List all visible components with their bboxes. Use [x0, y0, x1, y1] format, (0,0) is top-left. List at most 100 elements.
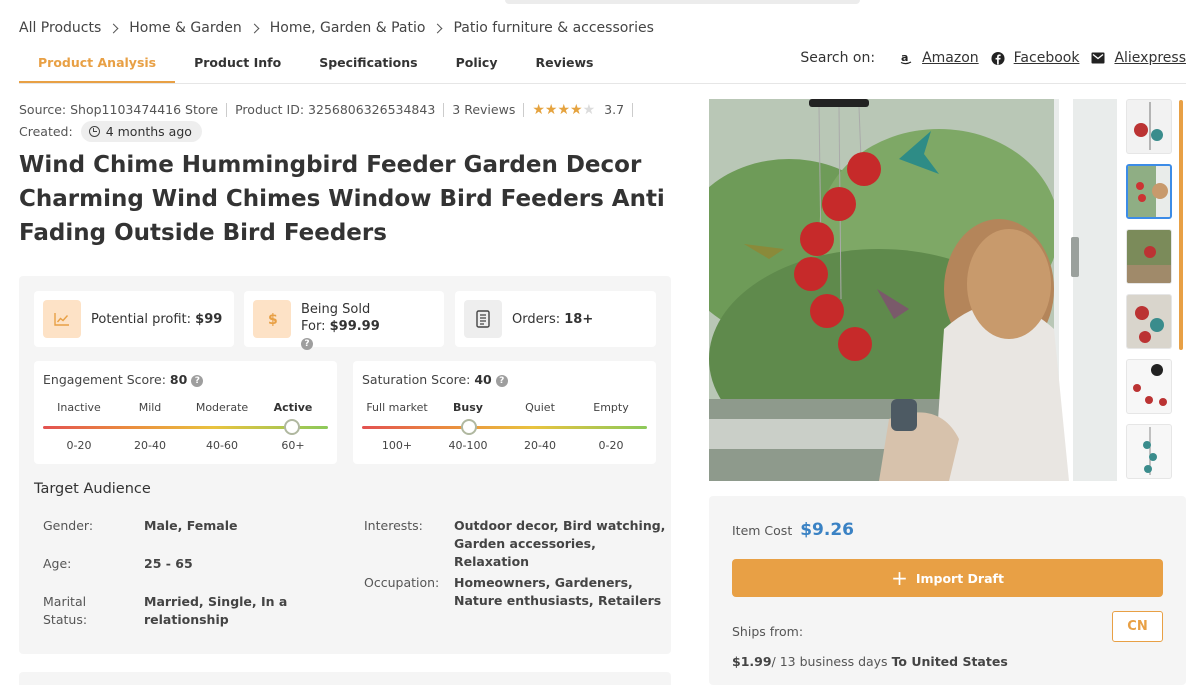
product-title: Wind Chime Hummingbird Feeder Garden Dec…: [19, 152, 665, 246]
profit-value: $99: [195, 311, 223, 327]
chevron-right-icon: [249, 23, 260, 33]
analysis-panel: Potential profit: $99 $ Being Sold For: …: [19, 276, 671, 654]
profit-card: Potential profit: $99: [34, 291, 234, 347]
trend-chart-icon: [43, 300, 81, 338]
item-cost-value: $9.26: [800, 520, 854, 540]
thumbnail[interactable]: [1126, 359, 1172, 414]
breadcrumb-item[interactable]: All Products: [19, 20, 101, 36]
saturation-level-label: Full market: [366, 401, 428, 414]
engagement-range-label: 60+: [281, 439, 305, 452]
thumbnail-scrollbar[interactable]: [1179, 100, 1183, 350]
star-icon: ★: [544, 101, 558, 118]
shipping-days: / 13 business days: [771, 654, 888, 669]
marital-value: Married, Single, In a: [144, 594, 288, 609]
engagement-range-label: 20-40: [134, 439, 166, 452]
amazon-icon: a: [899, 51, 913, 65]
saturation-score-title: Saturation Score: 40 ?: [362, 372, 508, 387]
thumbnail[interactable]: [1126, 99, 1172, 154]
engagement-level-label: Moderate: [195, 401, 249, 414]
import-draft-label: Import Draft: [915, 570, 1004, 586]
sold-value: $99.99: [329, 319, 380, 334]
divider: [443, 102, 445, 117]
tab-reviews[interactable]: Reviews: [517, 44, 613, 84]
search-aliexpress-link[interactable]: Aliexpress: [1091, 50, 1186, 66]
svg-text:a: a: [901, 51, 908, 64]
divider: [523, 102, 525, 117]
shipping-destination: To United States: [891, 654, 1008, 669]
saturation-range-label: 0-20: [598, 439, 624, 452]
import-draft-button[interactable]: + Import Draft: [732, 559, 1163, 597]
sold-for-text: Being Sold For: $99.99 ?: [301, 301, 444, 352]
thumbnail[interactable]: [1126, 424, 1172, 479]
engagement-range-label: 40-60: [206, 439, 238, 452]
rating-value: 3.7: [604, 102, 625, 117]
product-meta: Source: Shop1103474416 Store Product ID:…: [19, 102, 641, 117]
product-id: Product ID: 3256806326534843: [235, 102, 436, 117]
orders-card: Orders: 18+: [455, 291, 656, 347]
star-icon: ★: [570, 101, 583, 118]
saturation-scale-bar: [362, 426, 647, 429]
review-count[interactable]: 3 Reviews: [452, 102, 515, 117]
top-search-strip: [505, 0, 860, 4]
marital-value: relationship: [144, 612, 229, 627]
tab-specifications[interactable]: Specifications: [300, 44, 436, 84]
saturation-range-label: 100+: [381, 439, 413, 452]
sold-for-card: $ Being Sold For: $99.99 ?: [244, 291, 444, 350]
star-icon: ★: [582, 101, 596, 118]
occupation-label: Occupation:: [364, 575, 440, 590]
help-icon[interactable]: ?: [301, 337, 313, 350]
help-icon[interactable]: ?: [495, 374, 508, 387]
marital-label: Marital: [43, 594, 87, 609]
search-facebook-link[interactable]: Facebook: [991, 50, 1079, 66]
saturation-score-card: Saturation Score: 40 ? Full market Busy …: [353, 361, 656, 464]
help-icon[interactable]: ?: [191, 374, 204, 387]
engagement-score-title: Engagement Score: 80 ?: [43, 372, 204, 387]
thumbnail-selected[interactable]: [1126, 164, 1172, 219]
breadcrumb-item[interactable]: Patio furniture & accessories: [453, 20, 653, 36]
ships-from-country-button[interactable]: CN: [1112, 611, 1163, 642]
search-amazon-link[interactable]: a Amazon: [899, 50, 979, 66]
engagement-level-label: Inactive: [57, 401, 101, 414]
source-store[interactable]: Source: Shop1103474416 Store: [19, 102, 218, 117]
tab-product-info[interactable]: Product Info: [175, 44, 300, 84]
breadcrumb-item[interactable]: Home, Garden & Patio: [270, 20, 426, 36]
age-label: Age:: [43, 556, 72, 571]
orders-value: 18+: [564, 311, 594, 327]
dollar-icon: $: [253, 300, 291, 338]
breadcrumb-item[interactable]: Home & Garden: [129, 20, 241, 36]
divider: [632, 102, 634, 117]
shipping-info: $1.99/ 13 business days To United States: [732, 654, 1008, 669]
gender-value: Male, Female: [144, 518, 238, 533]
star-rating: ★ ★ ★ ★ ★: [532, 103, 595, 117]
chevron-right-icon: [108, 23, 119, 33]
tab-product-analysis[interactable]: Product Analysis: [19, 44, 176, 84]
gender-label: Gender:: [43, 518, 94, 533]
clock-icon: [88, 126, 100, 137]
facebook-icon: [991, 51, 1005, 65]
breadcrumb: All Products Home & Garden Home, Garden …: [19, 18, 654, 38]
star-icon: ★: [532, 101, 545, 118]
product-main-image[interactable]: [709, 99, 1117, 481]
divider: [226, 102, 228, 117]
occupation-value: Nature enthusiasts, Retailers: [454, 593, 662, 608]
occupation-value: Homeowners, Gardeners,: [454, 575, 633, 590]
search-on-bar: Search on: a Amazon Facebook Aliexpress: [800, 50, 1186, 66]
created-chip: 4 months ago: [80, 121, 202, 142]
interests-value: Garden accessories, Relaxation: [454, 536, 596, 569]
document-icon: [464, 300, 502, 338]
saturation-range-label: 40-100: [448, 439, 488, 452]
thumbnail[interactable]: [1126, 294, 1172, 349]
saturation-level-label: Quiet: [525, 401, 555, 414]
created-row: Created: 4 months ago: [19, 121, 202, 142]
saturation-level-label: Busy: [453, 401, 483, 414]
buy-box: Item Cost $9.26 + Import Draft Ships fro…: [709, 496, 1186, 685]
chevron-right-icon: [433, 23, 443, 33]
engagement-score-card: Engagement Score: 80 ? Inactive Mild Mod…: [34, 361, 337, 464]
created-label: Created:: [19, 124, 73, 139]
ships-from-label: Ships from:: [732, 624, 804, 639]
engagement-slider-knob: [284, 419, 301, 435]
tab-policy[interactable]: Policy: [437, 44, 517, 84]
thumbnail[interactable]: [1126, 229, 1172, 284]
target-audience-title: Target Audience: [34, 481, 151, 497]
created-value: 4 months ago: [105, 124, 192, 139]
